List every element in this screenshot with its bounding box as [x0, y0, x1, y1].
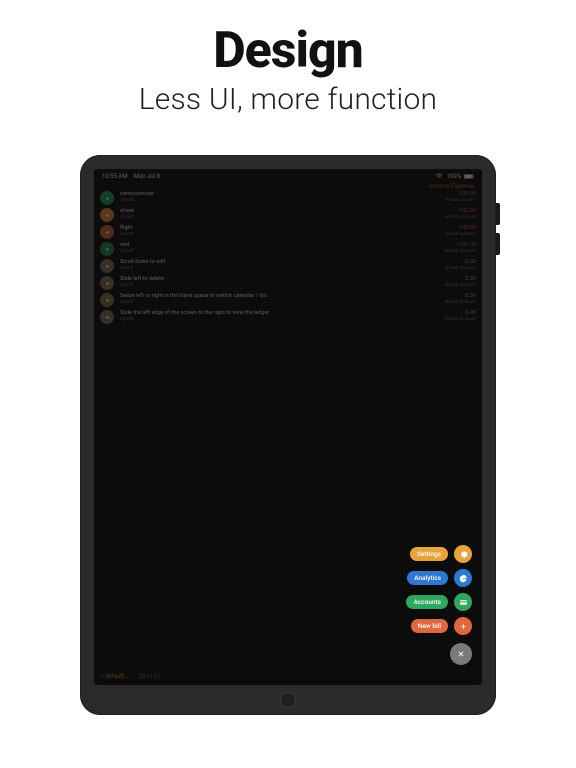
- category-icon: [100, 293, 114, 307]
- list-item-right: 0.00default account: [445, 276, 476, 288]
- marketing-headline: Design: [213, 22, 363, 80]
- list-item-sub: myself: [120, 232, 439, 237]
- fab-row-plus: New bill: [411, 617, 472, 635]
- fab-label[interactable]: Settings: [410, 547, 448, 561]
- list-item-main: Scroll down to editmyself: [120, 259, 439, 271]
- category-icon: [100, 191, 114, 205]
- gear-icon[interactable]: [454, 545, 472, 563]
- list-item-right: -100.00default account: [445, 191, 476, 203]
- list-item-right: -100.00default account: [445, 208, 476, 220]
- list-item-amount: 0.00: [445, 276, 476, 283]
- list-item-main: flightmyself: [120, 225, 439, 237]
- list-item-sub: myself: [120, 300, 439, 305]
- tablet-frame: 10:55 AM Mon Jul 8 100% Income/Expense c…: [80, 155, 496, 715]
- category-icon: [100, 310, 114, 324]
- battery-icon: [464, 174, 474, 179]
- list-item-title: Swipe left or right in the blank space t…: [120, 293, 439, 300]
- plus-icon[interactable]: [454, 617, 472, 635]
- fab-menu: Settings Analytics Accounts New bill: [406, 545, 472, 665]
- list-item-account: default account: [445, 300, 476, 305]
- list-item-sub: myself: [120, 198, 439, 203]
- list-item[interactable]: streetmyself -100.00default account: [100, 208, 476, 222]
- list-item-title: flight: [120, 225, 439, 232]
- category-icon: [100, 276, 114, 290]
- list-item-amount: 0.00: [445, 259, 476, 266]
- list-item-amount: +100.00: [445, 242, 476, 249]
- list-item-main: communicatemyself: [120, 191, 439, 203]
- list-item[interactable]: Slide left to deletemyself 0.00default ac…: [100, 276, 476, 290]
- marketing-subhead: Less UI, more function: [139, 82, 437, 117]
- list-item-amount: 0.00: [445, 293, 476, 300]
- list-item-main: Slide left to deletemyself: [120, 276, 439, 288]
- list-item-sub: myself: [120, 266, 439, 271]
- volume-down-button: [496, 233, 500, 255]
- list-item-main: Slide the left edge of the screen to the…: [120, 310, 439, 322]
- list-item[interactable]: Slide the left edge of the screen to the…: [100, 310, 476, 324]
- list-item[interactable]: communicatemyself -100.00default account: [100, 191, 476, 205]
- list-item-right: 0.00default account: [445, 293, 476, 305]
- list-item-sub: myself: [120, 283, 439, 288]
- category-icon: [100, 259, 114, 273]
- list-item-title: Scroll down to edit: [120, 259, 439, 266]
- list-item-amount: -100.00: [445, 208, 476, 215]
- list-item-amount: -100.00: [445, 191, 476, 198]
- fab-label[interactable]: Analytics: [407, 571, 448, 585]
- fab-row-gear: Settings: [410, 545, 472, 563]
- category-icon: [100, 225, 114, 239]
- list-item-right: 0.00default account: [445, 310, 476, 322]
- list-item-sub: myself: [120, 215, 439, 220]
- category-icon: [100, 242, 114, 256]
- period-label[interactable]: 2019-07: [139, 673, 161, 680]
- list-item-account: default account: [445, 198, 476, 203]
- list-item-sub: myself: [120, 249, 439, 254]
- status-time: 10:55 AM: [102, 173, 128, 180]
- transaction-list[interactable]: communicatemyself-100.00default accounts…: [100, 191, 476, 327]
- list-item-right: 0.00default account: [445, 259, 476, 271]
- home-button[interactable]: [280, 692, 296, 708]
- list-item-account: default account: [445, 215, 476, 220]
- list-item-account: default account: [445, 317, 476, 322]
- list-item-account: default account: [445, 249, 476, 254]
- list-item-right: +100.00default account: [445, 242, 476, 254]
- list-item-title: Slide left to delete: [120, 276, 439, 283]
- screen: 10:55 AM Mon Jul 8 100% Income/Expense c…: [94, 169, 482, 685]
- list-item-main: Swipe left or right in the blank space t…: [120, 293, 439, 305]
- list-item-title: Slide the left edge of the screen to the…: [120, 310, 439, 317]
- fab-row-card: Accounts: [406, 593, 472, 611]
- fab-label[interactable]: Accounts: [406, 595, 448, 609]
- wifi-icon: [435, 173, 443, 179]
- fab-label[interactable]: New bill: [411, 619, 448, 633]
- list-item-title: communicate: [120, 191, 439, 198]
- card-icon[interactable]: [454, 593, 472, 611]
- list-item-sub: myself: [120, 317, 439, 322]
- list-item-main: streetmyself: [120, 208, 439, 220]
- list-item[interactable]: rentmyself +100.00default account: [100, 242, 476, 256]
- balance-label: Income/Expense: [429, 183, 474, 190]
- close-icon[interactable]: [450, 643, 472, 665]
- list-item-amount: -100.00: [445, 225, 476, 232]
- list-item[interactable]: flightmyself -100.00default account: [100, 225, 476, 239]
- status-bar: 10:55 AM Mon Jul 8 100%: [94, 169, 482, 183]
- status-battery-text: 100%: [446, 173, 461, 180]
- category-icon: [100, 208, 114, 222]
- status-right: 100%: [435, 173, 474, 180]
- list-item-main: rentmyself: [120, 242, 439, 254]
- list-item-title: rent: [120, 242, 439, 249]
- ledger-switch[interactable]: ‹ default...: [102, 673, 129, 680]
- list-item[interactable]: Swipe left or right in the blank space t…: [100, 293, 476, 307]
- list-item-account: default account: [445, 232, 476, 237]
- status-date: Mon Jul 8: [134, 173, 160, 180]
- bottom-bar: ‹ default... 2019-07: [94, 667, 482, 685]
- fab-row-chart: Analytics: [407, 569, 472, 587]
- list-item-right: -100.00default account: [445, 225, 476, 237]
- list-item-title: street: [120, 208, 439, 215]
- list-item-account: default account: [445, 283, 476, 288]
- chart-icon[interactable]: [454, 569, 472, 587]
- list-item-amount: 0.00: [445, 310, 476, 317]
- list-item[interactable]: Scroll down to editmyself 0.00default acc…: [100, 259, 476, 273]
- volume-up-button: [496, 203, 500, 225]
- list-item-account: default account: [445, 266, 476, 271]
- status-left: 10:55 AM Mon Jul 8: [102, 173, 160, 180]
